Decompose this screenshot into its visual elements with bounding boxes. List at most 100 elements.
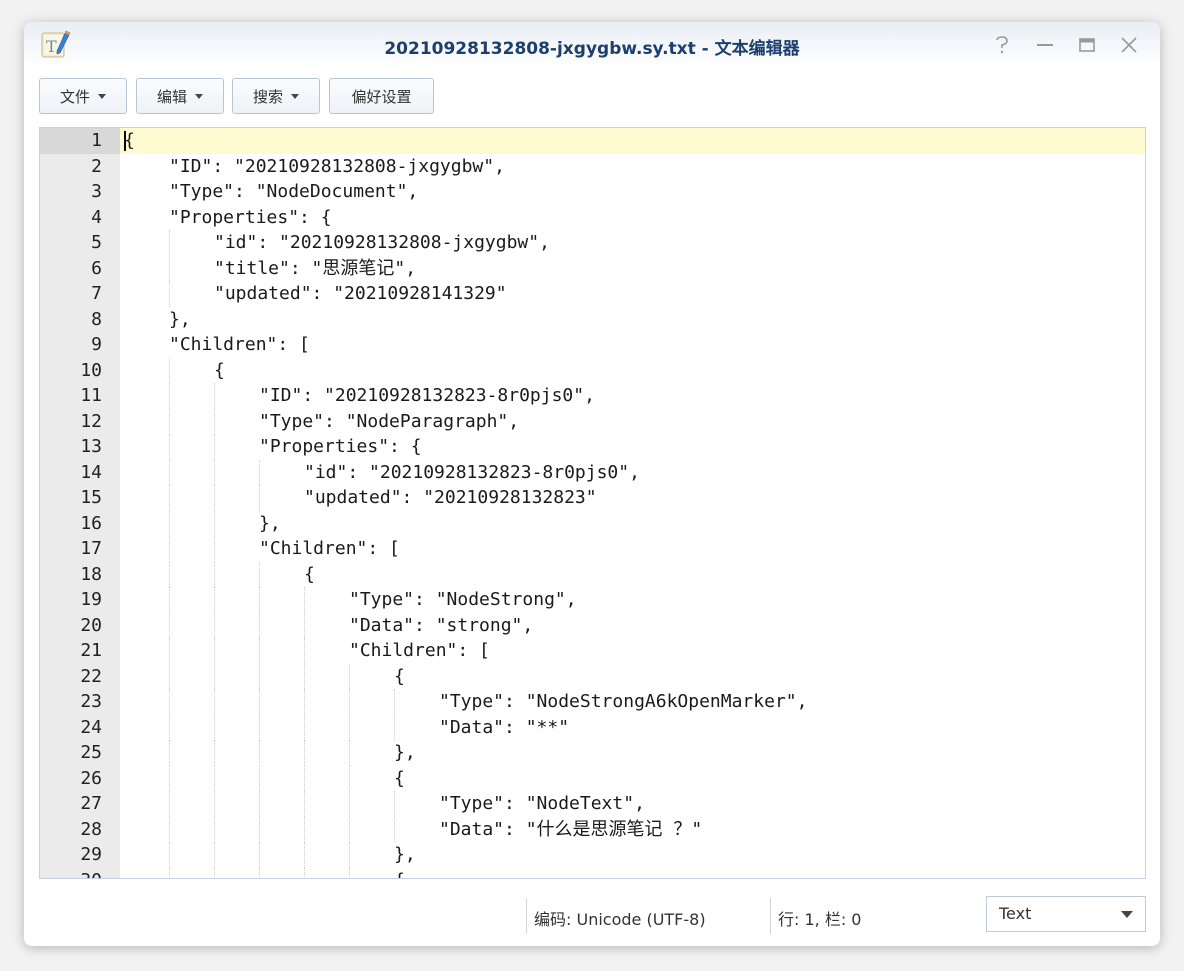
minimize-icon (1037, 44, 1053, 46)
line-number: 1 (40, 128, 120, 154)
chevron-down-icon (98, 93, 106, 99)
syntax-mode-value: Text (999, 904, 1032, 923)
code-text: "Children": [ (259, 538, 400, 559)
code-text: { (214, 359, 225, 381)
line-number: 9 (40, 332, 102, 358)
indent-guide (304, 867, 305, 878)
code-line[interactable]: 9 "Children": [ (40, 332, 1145, 358)
code-text: "Data": "什么是思源笔记 ？" (439, 818, 703, 840)
line-number: 13 (40, 434, 102, 460)
indent-guide (169, 740, 170, 766)
code-line[interactable]: 22 { (40, 663, 1145, 689)
indent-guide (304, 842, 305, 868)
code-line[interactable]: 26 { (40, 765, 1145, 791)
code-text: "Data": "strong", (349, 614, 534, 636)
code-line[interactable]: 18 { (40, 561, 1145, 587)
line-number: 8 (40, 306, 102, 332)
code-text: { (304, 563, 315, 585)
line-number: 25 (40, 740, 102, 766)
code-line[interactable]: 2 "ID": "20210928132808-jxgygbw", (40, 153, 1145, 179)
line-number: 21 (40, 638, 102, 664)
code-text: "Properties": { (169, 206, 332, 228)
indent-guide (214, 561, 215, 587)
code-text: "Type": "NodeDocument", (169, 181, 419, 202)
code-line[interactable]: 16}, (40, 510, 1145, 536)
code-line[interactable]: 1{ (40, 128, 1145, 154)
syntax-mode-select[interactable]: Text (986, 896, 1146, 932)
code-line[interactable]: 23 "Type": "NodeStrongA6kOpenMarker", (40, 689, 1145, 715)
line-number: 12 (40, 408, 102, 434)
code-line[interactable]: 6 "title": "思源笔记", (40, 255, 1145, 281)
code-line[interactable]: 11 "ID": "20210928132823-8r0pjs0", (40, 383, 1145, 409)
code-line[interactable]: 29}, (40, 842, 1145, 868)
edit-menu-label: 编辑 (156, 87, 187, 106)
indent-guide (169, 638, 170, 664)
indent-guide (214, 842, 215, 868)
code-line[interactable]: 12 "Type": "NodeParagraph", (40, 408, 1145, 434)
text-editor-area[interactable]: 1{2 "ID": "20210928132808-jxgygbw", 3 "Type… (39, 127, 1146, 879)
close-button[interactable] (1116, 32, 1142, 58)
code-line[interactable]: 30 { (40, 867, 1145, 878)
indent-guide (304, 612, 305, 638)
indent-guide (169, 357, 170, 383)
search-menu-button[interactable]: 搜索 (232, 78, 320, 114)
code-line[interactable]: 24 "Data": "**" (40, 714, 1145, 740)
indent-guide (169, 867, 170, 878)
code-text: "Type": "NodeText", (439, 793, 645, 814)
code-text: { (394, 767, 405, 789)
indent-guide (259, 714, 260, 740)
indent-guide (349, 765, 350, 791)
indent-guide (394, 816, 395, 842)
code-line[interactable]: 7 "updated": "20210928141329" (40, 281, 1145, 307)
line-number: 15 (40, 485, 102, 511)
code-line[interactable]: 17 "Children": [ (40, 536, 1145, 562)
edit-menu-button[interactable]: 编辑 (136, 78, 224, 114)
text-editor-window: T 20210928132808-jxgygbw.sy.txt - 文本编辑器 … (24, 22, 1160, 946)
indent-guide (214, 689, 215, 715)
indent-guide (169, 255, 170, 281)
code-lines: 1{2 "ID": "20210928132808-jxgygbw", 3 "Type… (40, 128, 1145, 878)
text-cursor (124, 131, 126, 151)
code-line[interactable]: 20 "Data": "strong", (40, 612, 1145, 638)
indent-guide (304, 663, 305, 689)
code-line[interactable]: 13 "Properties": { (40, 434, 1145, 460)
code-line[interactable]: 27 "Type": "NodeText", (40, 791, 1145, 817)
code-line[interactable]: 25}, (40, 740, 1145, 766)
indent-guide (349, 816, 350, 842)
file-menu-button[interactable]: 文件 (39, 78, 127, 114)
code-line[interactable]: 15 "updated": "20210928132823" (40, 485, 1145, 511)
indent-guide (214, 816, 215, 842)
indent-guide (394, 714, 395, 740)
search-menu-label: 搜索 (252, 87, 283, 106)
indent-guide (304, 740, 305, 766)
indent-guide (214, 663, 215, 689)
indent-guide (259, 791, 260, 817)
indent-guide (259, 765, 260, 791)
indent-guide (214, 791, 215, 817)
code-text: "updated": "20210928141329" (214, 283, 507, 304)
encoding-status[interactable]: 编码: Unicode (UTF-8) (534, 906, 706, 930)
code-line[interactable]: 5 "id": "20210928132808-jxgygbw", (40, 230, 1145, 256)
code-line[interactable]: 14 "id": "20210928132823-8r0pjs0", (40, 459, 1145, 485)
maximize-icon (1079, 38, 1095, 52)
code-line[interactable]: 4 "Properties": { (40, 204, 1145, 230)
code-text: "Type": "NodeStrong", (349, 589, 577, 610)
help-button[interactable] (989, 32, 1015, 58)
code-line[interactable]: 19 "Type": "NodeStrong", (40, 587, 1145, 613)
indent-guide (259, 459, 260, 485)
code-line[interactable]: 3 "Type": "NodeDocument", (40, 179, 1145, 205)
code-line[interactable]: 21 "Children": [ (40, 638, 1145, 664)
indent-guide (259, 663, 260, 689)
maximize-button[interactable] (1074, 32, 1100, 58)
line-number: 30 (40, 867, 102, 878)
code-line[interactable]: 10 { (40, 357, 1145, 383)
chevron-down-icon (195, 93, 203, 99)
minimize-button[interactable] (1032, 32, 1058, 58)
preferences-button[interactable]: 偏好设置 (329, 78, 434, 114)
code-line[interactable]: 8}, (40, 306, 1145, 332)
line-number: 2 (40, 153, 102, 179)
title-bar: T 20210928132808-jxgygbw.sy.txt - 文本编辑器 (24, 22, 1160, 68)
code-line[interactable]: 28 "Data": "什么是思源笔记 ？" (40, 816, 1145, 842)
code-text: "Data": "**" (439, 716, 570, 738)
line-number: 11 (40, 383, 102, 409)
